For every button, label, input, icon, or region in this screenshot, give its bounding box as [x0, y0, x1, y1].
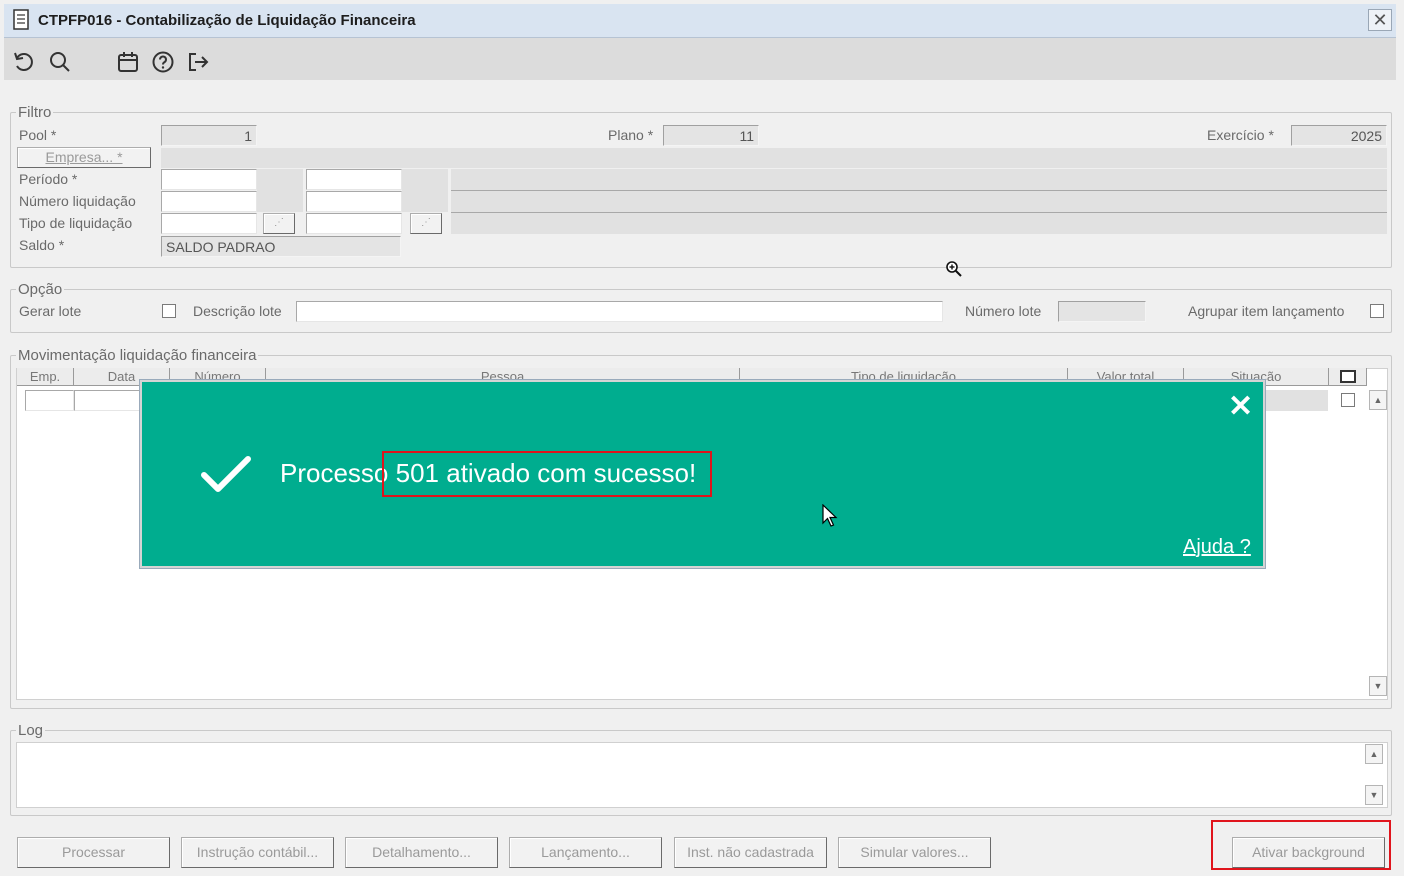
grid-cell-situacao — [1262, 390, 1328, 411]
descricao-lote-label: Descrição lote — [193, 303, 282, 319]
window-title: CTPFP016 - Contabilização de Liquidação … — [38, 12, 416, 29]
search-icon[interactable] — [48, 50, 72, 74]
help-link[interactable]: Ajuda ? — [1183, 536, 1251, 559]
undo-icon[interactable] — [12, 50, 36, 74]
grid-scroll-up-button[interactable]: ▲ — [1369, 390, 1387, 410]
log-label: Log — [16, 722, 46, 739]
descricao-lote-field[interactable] — [296, 301, 943, 322]
numero-liquidacao-end-field[interactable] — [306, 191, 402, 212]
movimentacao-label: Movimentação liquidação financeira — [16, 347, 259, 364]
numero-lote-label: Número lote — [965, 303, 1042, 319]
detalhamento-button[interactable]: Detalhamento... — [345, 837, 498, 868]
notification-close-button[interactable]: ✕ — [1228, 392, 1253, 422]
numero-liquidacao-label: Número liquidação — [19, 193, 136, 209]
pool-field[interactable]: 1 — [161, 125, 257, 146]
log-scroll-down-button[interactable]: ▼ — [1365, 785, 1383, 805]
grid-scroll-down-button[interactable]: ▼ — [1369, 676, 1387, 696]
periodo-end-field[interactable] — [306, 169, 402, 190]
instrucao-contabil-button[interactable]: Instrução contábil... — [181, 837, 334, 868]
calendar-icon[interactable] — [116, 50, 140, 74]
opcao-label: Opção — [16, 281, 65, 298]
document-icon — [13, 9, 29, 30]
checkmark-icon — [201, 456, 251, 492]
empresa-field — [161, 148, 1387, 168]
periodo-spacer-2 — [402, 169, 448, 212]
grid-cell-data[interactable] — [74, 390, 144, 411]
window-close-button[interactable]: ✕ — [1368, 9, 1392, 31]
empresa-button[interactable]: Empresa... * — [17, 147, 151, 168]
divider — [451, 212, 1387, 213]
mouse-pointer-icon — [822, 504, 838, 527]
processar-button[interactable]: Processar — [17, 837, 170, 868]
agrupar-checkbox[interactable] — [1370, 304, 1384, 318]
exercicio-label: Exercício * — [1207, 127, 1274, 143]
toolbar — [4, 38, 1396, 80]
gerar-lote-label: Gerar lote — [19, 303, 82, 319]
inst-nao-cadastrada-button[interactable]: Inst. não cadastrada — [674, 837, 827, 868]
highlight-box — [1211, 820, 1391, 870]
filtro-label: Filtro — [16, 104, 54, 121]
numero-lote-field — [1058, 301, 1146, 322]
gerar-lote-checkbox[interactable] — [162, 304, 176, 318]
tipo-liquidacao-label: Tipo de liquidação — [19, 215, 133, 231]
exit-icon[interactable] — [186, 50, 210, 74]
divider — [451, 190, 1387, 191]
log-textarea[interactable] — [16, 742, 1388, 808]
message-highlight-box — [382, 451, 712, 497]
agrupar-label: Agrupar item lançamento — [1188, 303, 1345, 319]
exercicio-field[interactable]: 2025 — [1291, 125, 1387, 146]
plano-field[interactable]: 11 — [663, 125, 759, 146]
descricao-block — [451, 169, 1387, 234]
pool-label: Pool * — [19, 127, 57, 143]
tipo-liquidacao-end-field[interactable] — [306, 213, 402, 234]
saldo-label: Saldo * — [19, 237, 65, 253]
select-all-icon[interactable] — [1340, 370, 1356, 383]
tipo-liquidacao-start-field[interactable] — [161, 213, 257, 234]
help-icon[interactable] — [151, 50, 175, 74]
simular-valores-button[interactable]: Simular valores... — [838, 837, 991, 868]
grid-cell-emp[interactable] — [25, 390, 74, 411]
periodo-label: Período * — [19, 171, 78, 187]
tipo-liquidacao-lookup-button-2[interactable]: ⋰ — [410, 213, 442, 234]
saldo-field[interactable]: SALDO PADRAO — [161, 236, 401, 257]
log-scroll-up-button[interactable]: ▲ — [1365, 744, 1383, 764]
tipo-liquidacao-lookup-button[interactable]: ⋰ — [263, 213, 295, 234]
grid-row-checkbox[interactable] — [1341, 393, 1355, 407]
zoom-cursor-icon — [946, 261, 962, 277]
column-header-emp[interactable]: Emp. — [17, 368, 74, 386]
numero-liquidacao-start-field[interactable] — [161, 191, 257, 212]
periodo-spacer — [257, 169, 303, 212]
periodo-start-field[interactable] — [161, 169, 257, 190]
message-prefix: Processo — [280, 458, 389, 488]
lancamento-button[interactable]: Lançamento... — [509, 837, 662, 868]
plano-label: Plano * — [608, 127, 654, 143]
